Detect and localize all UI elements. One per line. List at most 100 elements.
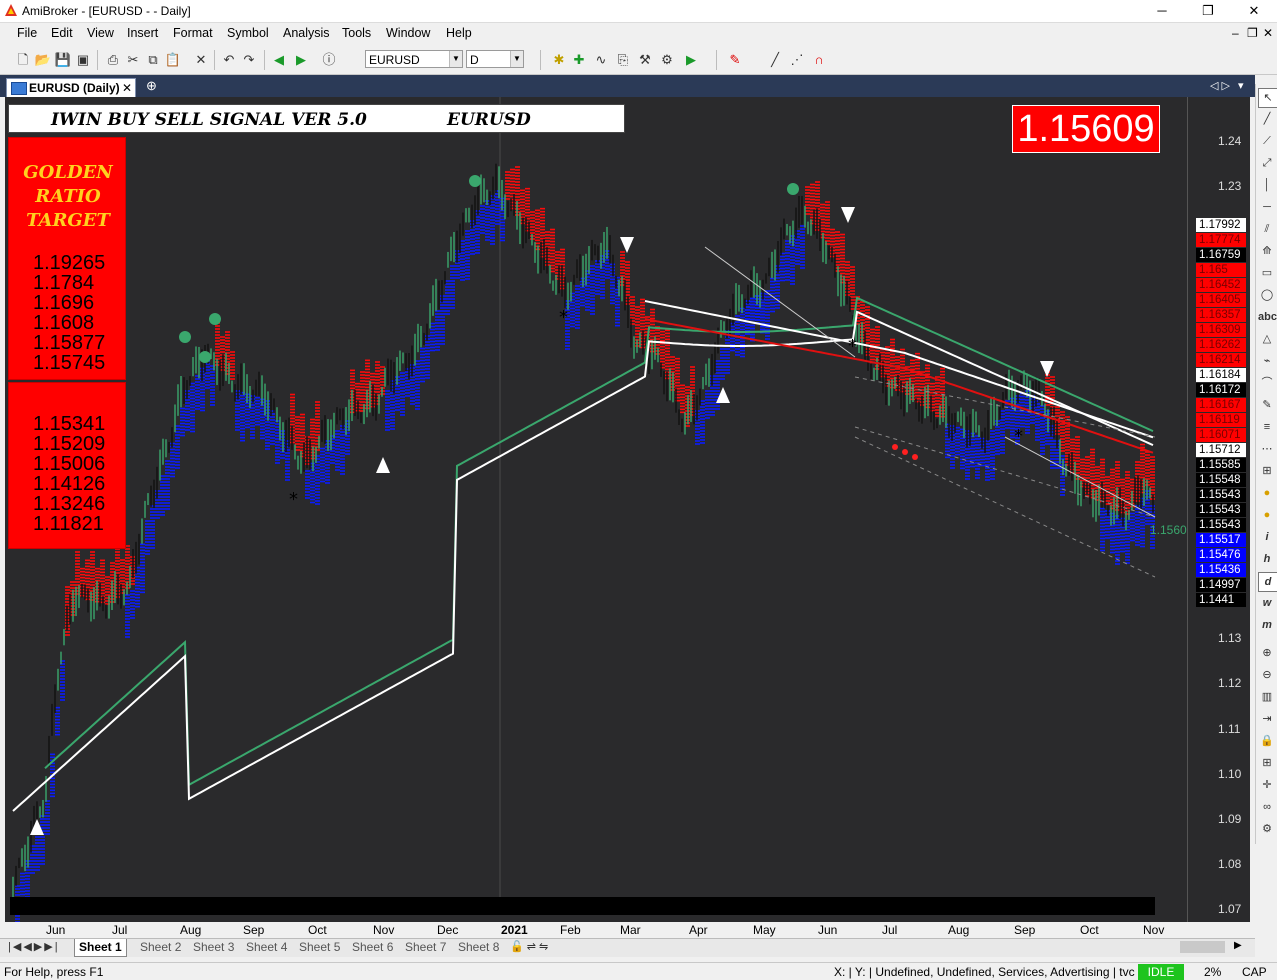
restore-button[interactable]: ❐	[1185, 0, 1231, 22]
cycle-icon[interactable]: ⋯	[1258, 440, 1276, 458]
chevron-down-icon[interactable]: ▼	[510, 51, 523, 67]
dotted-line-icon[interactable]: ⋰	[788, 51, 806, 69]
paste-icon[interactable]: 📋	[164, 51, 182, 69]
delete-icon[interactable]: ✕	[192, 51, 210, 69]
menu-insert[interactable]: Insert	[127, 26, 158, 40]
menu-edit[interactable]: Edit	[51, 26, 73, 40]
formula-icon[interactable]: ⚙	[658, 51, 676, 69]
close-button[interactable]: ✕	[1231, 0, 1277, 22]
play-icon[interactable]: ▶	[682, 51, 700, 69]
sheet-tab-6[interactable]: Sheet 6	[348, 939, 397, 956]
add-tab-icon[interactable]: ⊕	[146, 78, 157, 94]
sheet-tab-2[interactable]: Sheet 2	[136, 939, 185, 956]
draw-line-icon[interactable]: ╱	[766, 51, 784, 69]
hammer-icon[interactable]: ⚒	[636, 51, 654, 69]
price-axis[interactable]: 1.24 1.23 1.13 1.12 1.11 1.10 1.09 1.08 1.07 1.17…	[1187, 97, 1250, 922]
horizontal-scrollbar[interactable]	[1180, 941, 1225, 953]
settings-icon[interactable]: ⚙	[1258, 820, 1276, 838]
interval-h-icon[interactable]: h	[1258, 550, 1276, 568]
pencil-icon[interactable]: ✎	[1258, 396, 1276, 414]
zoom-out-icon[interactable]: ⊖	[1258, 666, 1276, 684]
chart-canvas[interactable]: * * * *	[5, 97, 1187, 922]
cut-icon[interactable]: ✂	[124, 51, 142, 69]
gann-icon[interactable]: ⊞	[1258, 462, 1276, 480]
tab-scroll-arrows-icon[interactable]: ◁ ▷	[1210, 79, 1230, 92]
menu-analysis[interactable]: Analysis	[283, 26, 330, 40]
tab-close-icon[interactable]: ✕	[122, 79, 132, 97]
menu-file[interactable]: File	[17, 26, 37, 40]
interval-d-icon[interactable]: d	[1258, 572, 1277, 592]
mdi-minimize-button[interactable]: –	[1232, 26, 1239, 40]
interval-i-icon[interactable]: i	[1258, 528, 1276, 546]
sheet-nav-arrows-icon[interactable]: |◀◀▶▶|	[8, 940, 60, 953]
zoom-in-icon[interactable]: ⊕	[1258, 644, 1276, 662]
chevron-down-icon[interactable]: ▼	[449, 51, 462, 67]
new-icon[interactable]: 🗋	[14, 51, 32, 69]
polyline-icon[interactable]: ⌁	[1258, 352, 1276, 370]
menu-format[interactable]: Format	[173, 26, 213, 40]
compare-icon[interactable]: ⎘	[614, 51, 632, 69]
trend-tool-icon[interactable]: ⤢	[1258, 154, 1276, 172]
color-pen-icon[interactable]: ✎	[726, 51, 744, 69]
sheet-tab-8[interactable]: Sheet 8	[454, 939, 503, 956]
symbol-combo[interactable]: EURUSD ▼	[365, 50, 463, 68]
interval-m-icon[interactable]: m	[1258, 616, 1276, 634]
scroll-icon[interactable]: ⇥	[1258, 710, 1276, 728]
fibonacci-icon[interactable]: ≡	[1258, 418, 1276, 436]
undo-icon[interactable]: ↶	[220, 51, 238, 69]
menu-symbol[interactable]: Symbol	[227, 26, 269, 40]
lock-icon[interactable]: 🔒	[1258, 732, 1276, 750]
interval-combo[interactable]: D ▼	[466, 50, 524, 68]
tab-list-icon[interactable]: ▾	[1238, 79, 1244, 92]
candlestick-icon[interactable]: ✱	[550, 51, 568, 69]
ray-tool-icon[interactable]: ⟋	[1258, 132, 1276, 150]
info-icon[interactable]: ⓘ	[320, 51, 338, 69]
print-icon[interactable]: ⎙	[104, 51, 122, 69]
arc-icon[interactable]: ⌒	[1258, 374, 1276, 392]
mdi-restore-button[interactable]: ❐	[1247, 26, 1258, 40]
crosshair-icon[interactable]: ✛	[1258, 776, 1276, 794]
open-folder-icon[interactable]: 📂	[34, 51, 52, 69]
back-arrow-icon[interactable]: ◀	[270, 51, 288, 69]
price-label: 1.16214	[1196, 353, 1246, 367]
bars-icon[interactable]: ▥	[1258, 688, 1276, 706]
grid-icon[interactable]: ⊞	[1258, 754, 1276, 772]
interval-w-icon[interactable]: w	[1258, 594, 1276, 612]
minimize-button[interactable]: ─	[1139, 0, 1185, 22]
ellipse-icon[interactable]: ◯	[1258, 286, 1276, 304]
menu-window[interactable]: Window	[386, 26, 430, 40]
horizontal-line-icon[interactable]: ─	[1258, 198, 1276, 216]
pointer-icon[interactable]: ↖	[1258, 88, 1277, 108]
fan-icon[interactable]: ⟰	[1258, 242, 1276, 260]
redo-icon[interactable]: ↷	[240, 51, 258, 69]
sheet-tab-3[interactable]: Sheet 3	[189, 939, 238, 956]
copy-icon[interactable]: ⧉	[144, 51, 162, 69]
magnet-icon[interactable]: ∩	[810, 51, 828, 69]
save-all-icon[interactable]: ▣	[74, 51, 92, 69]
line-tool-icon[interactable]: ╱	[1258, 110, 1276, 128]
sheet-tab-4[interactable]: Sheet 4	[242, 939, 291, 956]
vertical-line-icon[interactable]: │	[1258, 176, 1276, 194]
up-arrow-icon[interactable]: ●	[1258, 484, 1276, 502]
text-tool-icon[interactable]: abc	[1258, 308, 1277, 326]
menu-help[interactable]: Help	[446, 26, 472, 40]
save-icon[interactable]: 💾	[54, 51, 72, 69]
mdi-close-button[interactable]: ✕	[1263, 26, 1273, 40]
tab-eurusd-daily[interactable]: EURUSD (Daily) ✕	[6, 78, 136, 97]
channel-icon[interactable]: ⫽	[1258, 220, 1276, 238]
link-icon[interactable]: ∞	[1258, 798, 1276, 816]
menu-view[interactable]: View	[87, 26, 114, 40]
bar-chart-icon[interactable]: ✚	[570, 51, 588, 69]
rectangle-icon[interactable]: ▭	[1258, 264, 1276, 282]
sheet-tab-5[interactable]: Sheet 5	[295, 939, 344, 956]
menu-tools[interactable]: Tools	[342, 26, 371, 40]
sheet-tab-7[interactable]: Sheet 7	[401, 939, 450, 956]
sheet-lock-icon[interactable]: 🔓 ⇌ ⇋	[510, 940, 548, 953]
down-arrow-icon[interactable]: ●	[1258, 506, 1276, 524]
price-chart[interactable]: * * * *	[5, 97, 1187, 922]
scroll-right-icon[interactable]: ▶	[1234, 940, 1242, 951]
triangle-icon[interactable]: △	[1258, 330, 1276, 348]
line-chart-icon[interactable]: ∿	[592, 51, 610, 69]
forward-arrow-icon[interactable]: ▶	[292, 51, 310, 69]
sheet-tab-1[interactable]: Sheet 1	[74, 939, 127, 957]
